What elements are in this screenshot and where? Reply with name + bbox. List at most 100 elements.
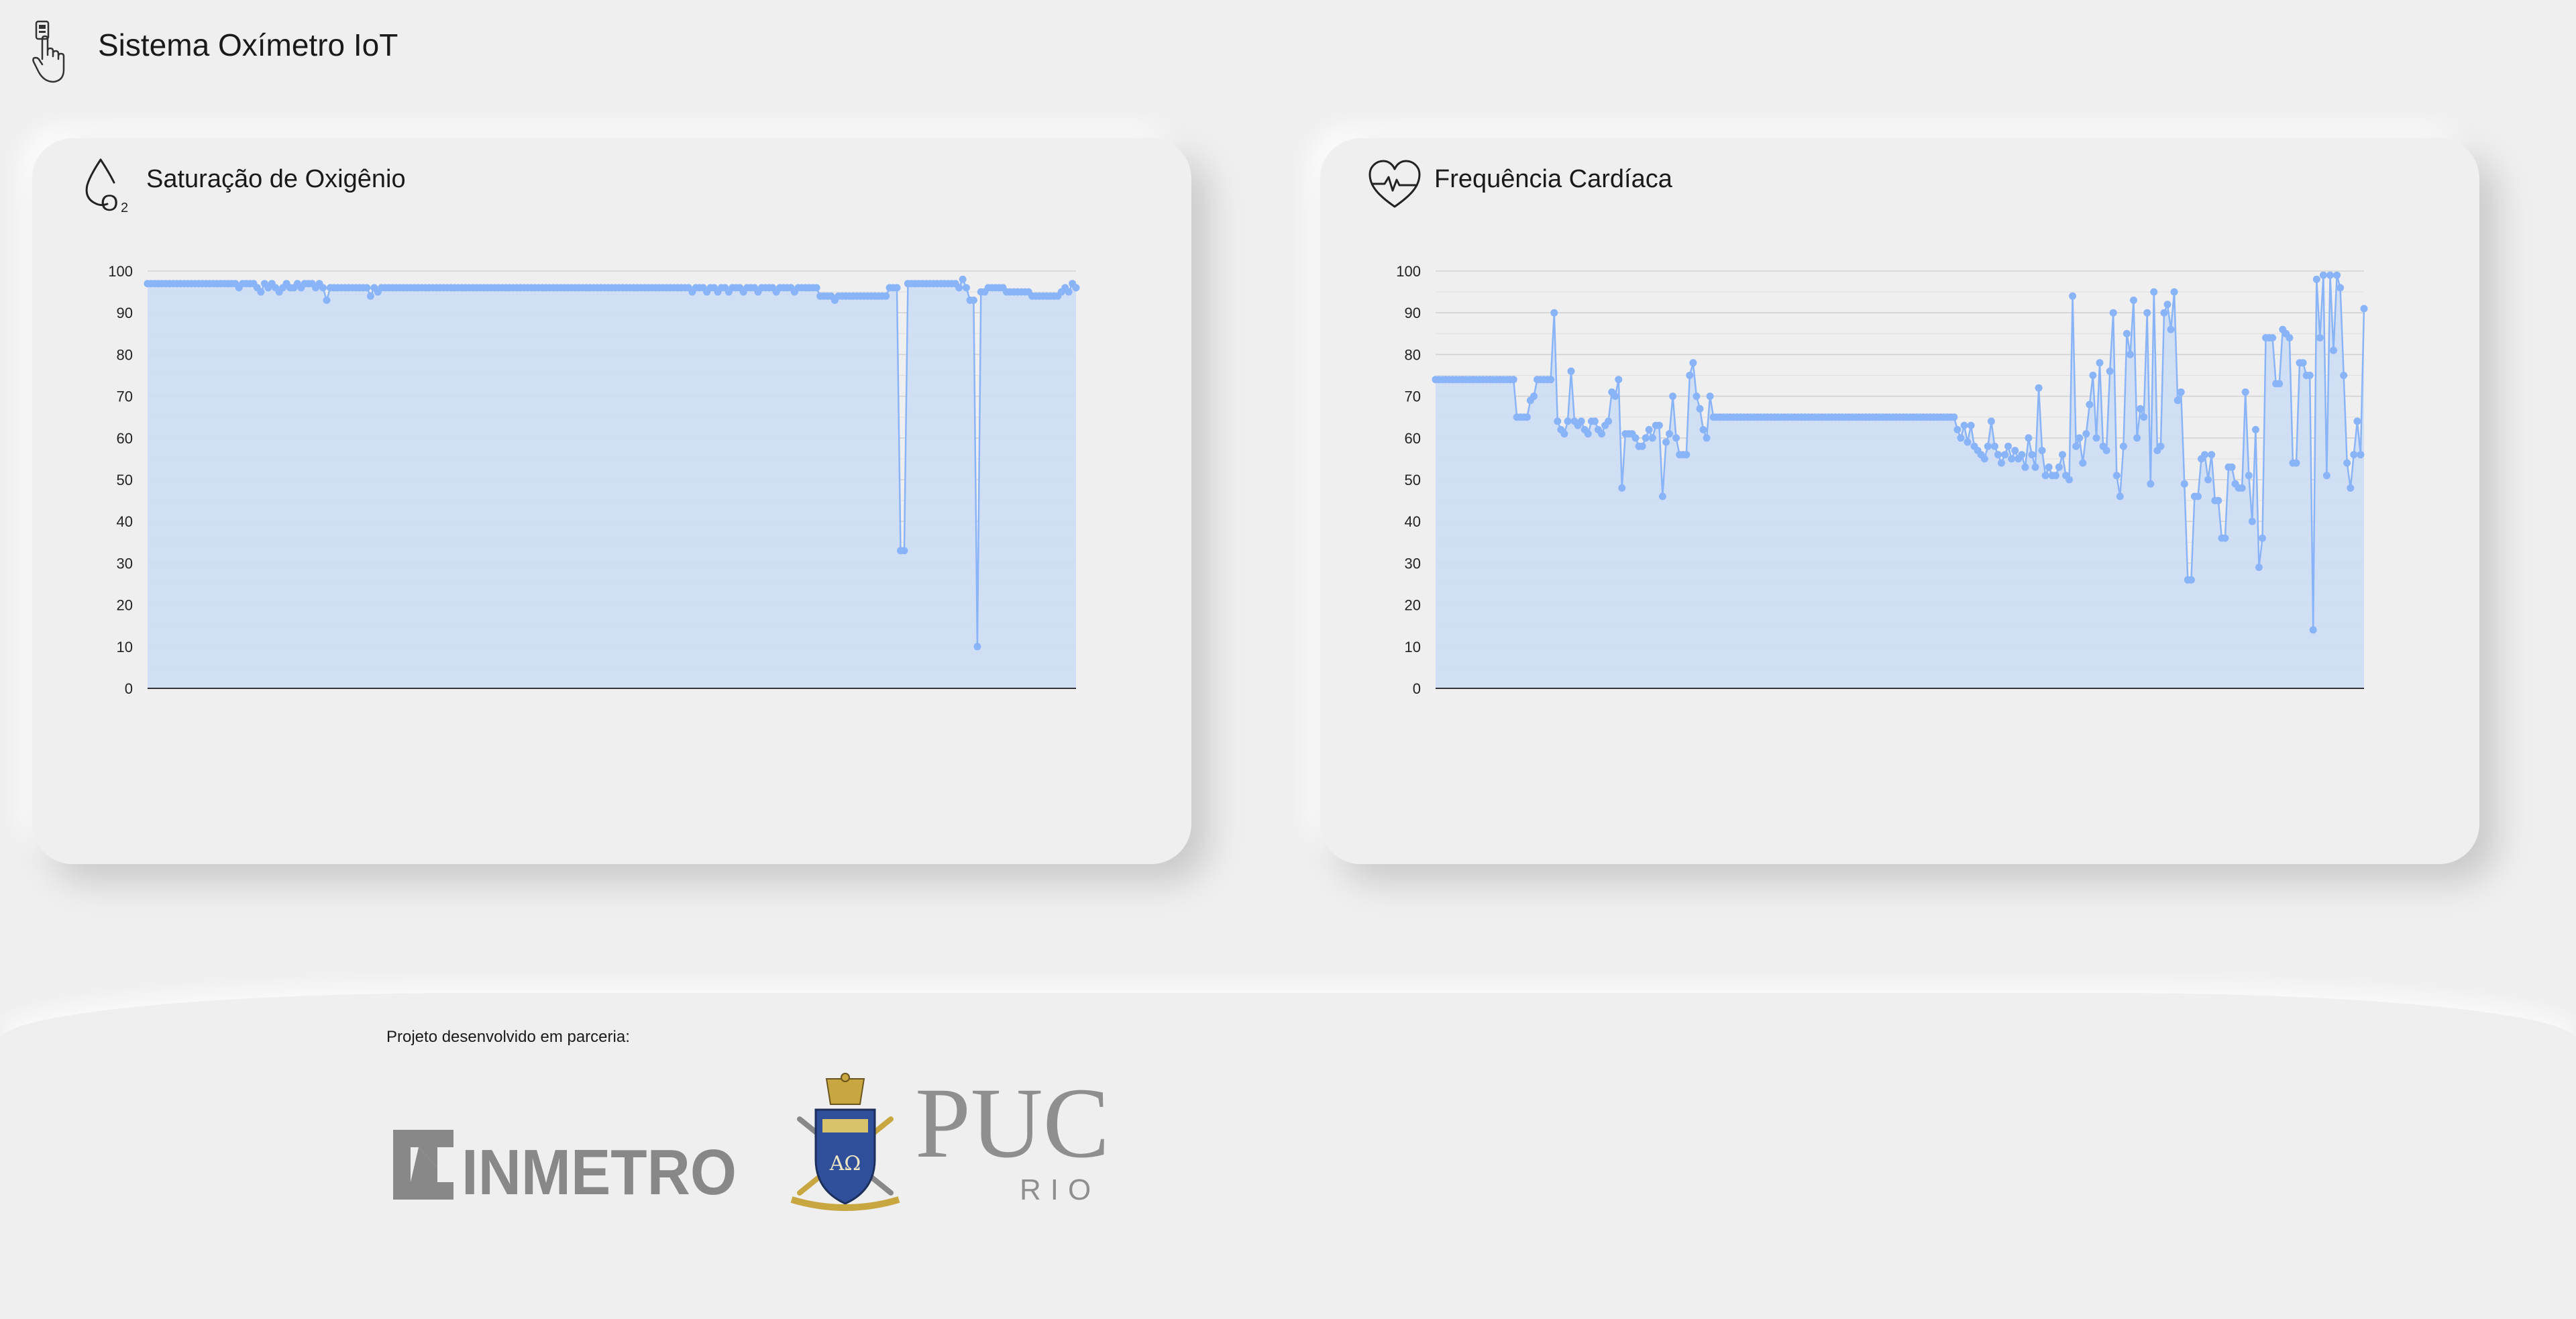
heart-rate-card: Frequência Cardíaca 0 10 20 30 40 50 60 70 80 90 1…	[1320, 138, 2479, 864]
data-point	[2018, 451, 2026, 459]
y-tick-label: 0	[1413, 680, 1421, 697]
data-point	[2137, 405, 2145, 413]
data-point	[2130, 297, 2137, 304]
y-tick-label: 50	[1405, 472, 1421, 488]
y-tick-label: 90	[1405, 305, 1421, 321]
data-point	[1509, 376, 1517, 384]
data-point	[1693, 392, 1701, 401]
data-point	[2160, 309, 2168, 317]
data-point	[2143, 309, 2151, 317]
data-point	[2109, 309, 2117, 317]
data-point	[2275, 380, 2284, 388]
y-tick-label: 80	[117, 346, 133, 363]
data-point	[2096, 359, 2104, 367]
data-point	[2170, 288, 2178, 296]
data-point	[2180, 480, 2188, 488]
data-point	[1530, 392, 1538, 401]
data-point	[2072, 442, 2080, 450]
svg-text:RIO: RIO	[1020, 1173, 1100, 1206]
puc-rio-logo: PUC RIO	[915, 1076, 1110, 1206]
data-point	[2089, 372, 2097, 379]
data-point	[2214, 496, 2222, 505]
data-point	[1642, 434, 1650, 442]
data-point	[2008, 455, 2016, 463]
y-tick-label: 100	[108, 263, 133, 280]
data-point	[2140, 413, 2148, 421]
data-point	[1645, 425, 1653, 433]
data-point	[1631, 434, 1640, 442]
app-title: Sistema Oxímetro IoT	[98, 28, 398, 62]
y-tick-label: 20	[117, 597, 133, 614]
y-tick-label: 70	[117, 388, 133, 405]
data-point	[963, 284, 970, 292]
data-point	[1584, 430, 1592, 438]
data-point	[2241, 388, 2249, 396]
data-point	[1618, 484, 1626, 492]
data-point	[1964, 438, 1972, 446]
data-point	[2004, 442, 2012, 450]
data-point	[1960, 421, 1968, 429]
data-point	[2330, 346, 2337, 354]
data-point	[2326, 271, 2334, 279]
data-point	[1987, 417, 1995, 425]
data-point	[2177, 388, 2185, 396]
data-point	[2123, 329, 2131, 337]
data-point	[900, 547, 908, 555]
data-point	[2255, 564, 2263, 572]
y-tick-labels: 0 10 20 30 40 50 60 70 80 90 100	[1396, 263, 1421, 697]
data-point	[1550, 309, 1558, 317]
data-point	[2086, 401, 2094, 409]
data-point	[2055, 463, 2063, 471]
y-tick-label: 10	[1405, 639, 1421, 655]
data-point	[1577, 417, 1585, 425]
data-point	[2194, 492, 2202, 500]
data-point	[1686, 372, 1694, 379]
data-point	[1655, 421, 1663, 429]
data-point	[959, 275, 967, 283]
data-point	[2251, 425, 2259, 433]
y-tick-label: 40	[117, 513, 133, 530]
data-point	[2350, 451, 2358, 459]
y-tick-label: 20	[1405, 597, 1421, 614]
data-point	[2069, 292, 2077, 300]
data-point	[1669, 392, 1677, 401]
series-area	[148, 279, 1076, 688]
data-point	[2343, 459, 2351, 467]
data-point	[2306, 372, 2314, 379]
y-tick-label: 10	[117, 639, 133, 655]
data-point	[2221, 534, 2229, 542]
data-point	[2163, 301, 2171, 309]
data-point	[1554, 417, 1562, 425]
data-point	[812, 284, 820, 292]
data-point	[2299, 359, 2307, 367]
partners-caption: Projeto desenvolvido em parceria:	[386, 1028, 630, 1046]
data-point	[1984, 442, 1992, 450]
data-point	[2147, 480, 2155, 488]
data-point	[1547, 376, 1555, 384]
data-point	[1666, 430, 1673, 438]
data-point	[2038, 447, 2046, 454]
data-point	[2187, 576, 2195, 584]
data-point	[1706, 392, 1714, 401]
data-point	[2106, 367, 2114, 375]
data-point	[1638, 442, 1646, 450]
data-point	[2201, 451, 2209, 459]
data-point	[1065, 288, 1073, 296]
data-point	[2292, 459, 2300, 467]
data-point	[257, 288, 265, 296]
data-point	[2360, 305, 2368, 313]
data-point	[2079, 459, 2087, 467]
data-point	[2045, 463, 2053, 471]
data-point	[2238, 484, 2246, 492]
data-point	[323, 297, 331, 304]
data-point	[2021, 463, 2029, 471]
data-point	[1611, 392, 1619, 401]
y-tick-label: 30	[1405, 555, 1421, 572]
y-tick-label: 0	[125, 680, 133, 697]
data-point	[1648, 434, 1656, 442]
y-tick-label: 60	[1405, 430, 1421, 447]
data-point	[2011, 447, 2019, 454]
data-point	[2245, 472, 2253, 480]
data-point	[2208, 451, 2216, 459]
data-point	[1998, 459, 2005, 467]
